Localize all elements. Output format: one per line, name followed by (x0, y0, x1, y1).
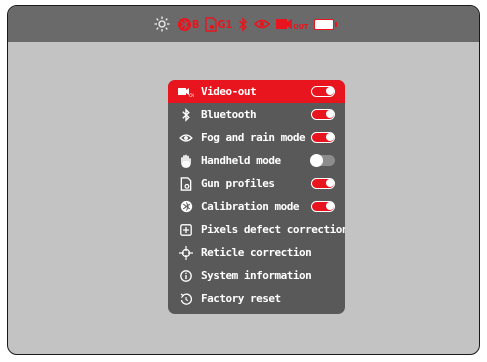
menu-item-label: Reticle correction (201, 246, 312, 259)
menu-item-label: Factory reset (201, 292, 281, 305)
menu-item-calibration-mode[interactable]: Calibration mode (168, 195, 345, 218)
menu-item-label: Gun profiles (201, 177, 275, 190)
calibration-icon: B (177, 15, 200, 33)
svg-text:OUT: OUT (189, 93, 194, 98)
brightness-icon (153, 15, 171, 33)
reset-icon (178, 291, 194, 307)
bluetooth-toggle[interactable] (311, 109, 335, 120)
menu-item-pixels-defect-correction[interactable]: Pixels defect correction (168, 218, 345, 241)
video-out-toggle[interactable] (311, 86, 335, 97)
menu-item-label: Pixels defect correction (201, 223, 345, 236)
bluetooth-icon (178, 107, 194, 123)
video-out-sub: OUT (293, 23, 309, 31)
menu-item-label: Bluetooth (201, 108, 257, 121)
video-out-icon: OUT (178, 84, 194, 100)
menu-item-system-information[interactable]: System information (168, 264, 345, 287)
menu-item-label: Calibration mode (201, 200, 299, 213)
battery-icon (314, 15, 338, 33)
menu-item-fog-rain-mode[interactable]: Fog and rain mode (168, 126, 345, 149)
calibration-toggle[interactable] (311, 201, 335, 212)
reticle-icon (178, 245, 194, 261)
handheld-toggle[interactable] (310, 154, 335, 167)
gun-profile-icon (178, 176, 194, 192)
menu-item-video-out[interactable]: OUT Video-out (168, 80, 345, 103)
bluetooth-icon (238, 15, 248, 33)
device-screen: B G1 OUT OUT Video-out (7, 5, 480, 355)
menu-item-label: Video-out (201, 85, 257, 98)
gun-profile-icon: G1 (205, 15, 232, 33)
gun-profile-text: G1 (217, 17, 233, 31)
status-bar: B G1 OUT (8, 6, 479, 42)
menu-item-label: Fog and rain mode (201, 131, 306, 144)
calibration-icon (178, 199, 194, 215)
menu-item-bluetooth[interactable]: Bluetooth (168, 103, 345, 126)
menu-item-factory-reset[interactable]: Factory reset (168, 287, 345, 310)
video-out-icon: OUT (276, 15, 308, 33)
gun-profiles-toggle[interactable] (311, 178, 335, 189)
menu-item-label: System information (201, 269, 312, 282)
fog-rain-icon (254, 15, 271, 33)
main-menu: OUT Video-out Bluetooth Fog and rain mod… (168, 80, 345, 314)
hand-icon (178, 153, 194, 169)
info-icon (178, 268, 194, 284)
calibration-letter: B (191, 17, 200, 31)
menu-item-handheld-mode[interactable]: Handheld mode (168, 149, 345, 172)
menu-item-label: Handheld mode (201, 154, 281, 167)
fog-rain-icon (178, 130, 194, 146)
fog-rain-toggle[interactable] (311, 132, 335, 143)
menu-item-reticle-correction[interactable]: Reticle correction (168, 241, 345, 264)
menu-item-gun-profiles[interactable]: Gun profiles (168, 172, 345, 195)
pixel-defect-icon (178, 222, 194, 238)
